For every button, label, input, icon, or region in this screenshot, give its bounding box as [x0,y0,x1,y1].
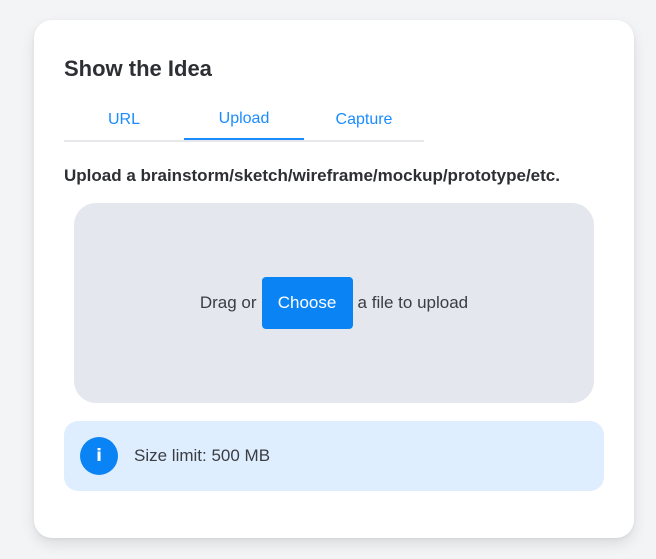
card-title: Show the Idea [64,56,212,81]
upload-heading: Upload a brainstorm/sketch/wireframe/moc… [64,166,560,185]
size-limit-text: Size limit: 500 MB [134,446,271,465]
tab-capture[interactable]: Capture [304,100,424,140]
tab-url[interactable]: URL [64,100,184,140]
tab-bar: URL Upload Capture [64,100,424,142]
info-icon: i [80,437,118,475]
tab-upload[interactable]: Upload [184,100,304,140]
size-limit-notice: i Size limit: 500 MB [64,421,604,491]
file-dropzone[interactable]: Drag or Choose a file to upload [74,203,594,403]
upload-card: Show the Idea URL Upload Capture Upload … [34,20,634,538]
choose-file-button[interactable]: Choose [261,277,353,329]
upload-hint-text: a file to upload [357,293,469,312]
drag-text: Drag or [199,293,257,312]
